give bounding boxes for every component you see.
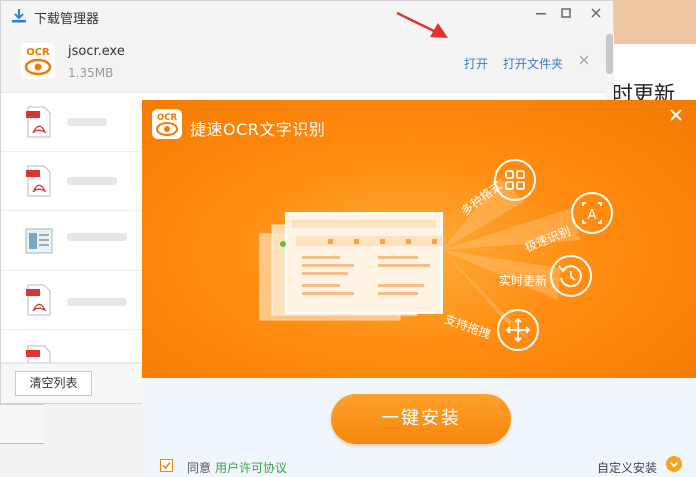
list-item[interactable] [1,153,143,211]
download-icon [12,9,26,23]
agree-label: 同意 [187,461,212,475]
move-arrows-icon [497,309,539,351]
custom-install-toggle[interactable] [666,456,682,472]
installer-close-button[interactable] [670,106,682,125]
download-manager-title: 下载管理器 [34,12,100,27]
download-item[interactable]: OCR jsocr.exe 1.35MB 打开 打开文件夹 [1,31,605,93]
background-header-strip [612,0,696,44]
background-left-panel [0,404,44,444]
pdf-file-icon [26,165,51,197]
file-name: jsocr.exe [68,44,125,59]
installer-banner: A OCR 捷速OCR文字识别 多种格式 极速识别 实时更新 支持拖拽 [142,100,696,378]
license-agreement-link[interactable]: 用户许可协议 [215,459,287,476]
red-arrow-annotation [396,11,448,38]
pdf-file-icon [26,106,51,138]
maximize-button[interactable] [556,6,576,26]
svg-text:A: A [588,208,597,223]
minimize-icon [536,13,546,15]
one-click-install-button[interactable]: 一键安装 [331,394,511,444]
remove-item-button[interactable] [579,53,589,69]
open-link[interactable]: 打开 [464,55,488,72]
list-item[interactable] [1,272,143,330]
download-manager-titlebar: 下载管理器 [1,1,613,31]
installer-title: 捷速OCR文字识别 [190,120,326,139]
close-button[interactable] [586,6,606,26]
list-item[interactable] [1,213,143,271]
agree-checkbox[interactable] [160,459,173,472]
blurred-filename [67,118,107,126]
ocr-app-icon: OCR [21,43,55,79]
text-scan-icon: A [571,192,613,234]
chevron-down-icon [669,461,679,468]
custom-install-link[interactable]: 自定义安装 [597,459,657,476]
installer-window: A OCR 捷速OCR文字识别 多种格式 极速识别 实时更新 支持拖拽 一键安装… [142,100,696,477]
ocr-logo: OCR [152,109,182,139]
file-size: 1.35MB [68,66,114,80]
svg-text:OCR: OCR [26,47,50,58]
minimize-button[interactable] [531,6,551,26]
banner-illustration: A [259,159,613,351]
blurred-filename [67,298,127,306]
close-icon [579,55,589,65]
clear-list-button[interactable]: 清空列表 [15,371,92,396]
blurred-filename [67,177,117,185]
scrollbar-thumb[interactable] [606,34,613,74]
maximize-icon [561,8,571,18]
feature-label-update: 实时更新 [499,274,548,288]
pdf-file-icon [26,284,51,316]
blurred-filename [67,233,127,241]
document-file-icon [25,228,53,254]
svg-text:OCR: OCR [157,113,177,123]
close-icon [591,8,601,18]
list-item[interactable] [1,331,143,363]
open-folder-link[interactable]: 打开文件夹 [503,55,563,72]
close-icon [670,109,682,121]
checkmark-icon [162,461,171,470]
list-item[interactable] [1,94,143,152]
pdf-file-icon [26,345,51,363]
